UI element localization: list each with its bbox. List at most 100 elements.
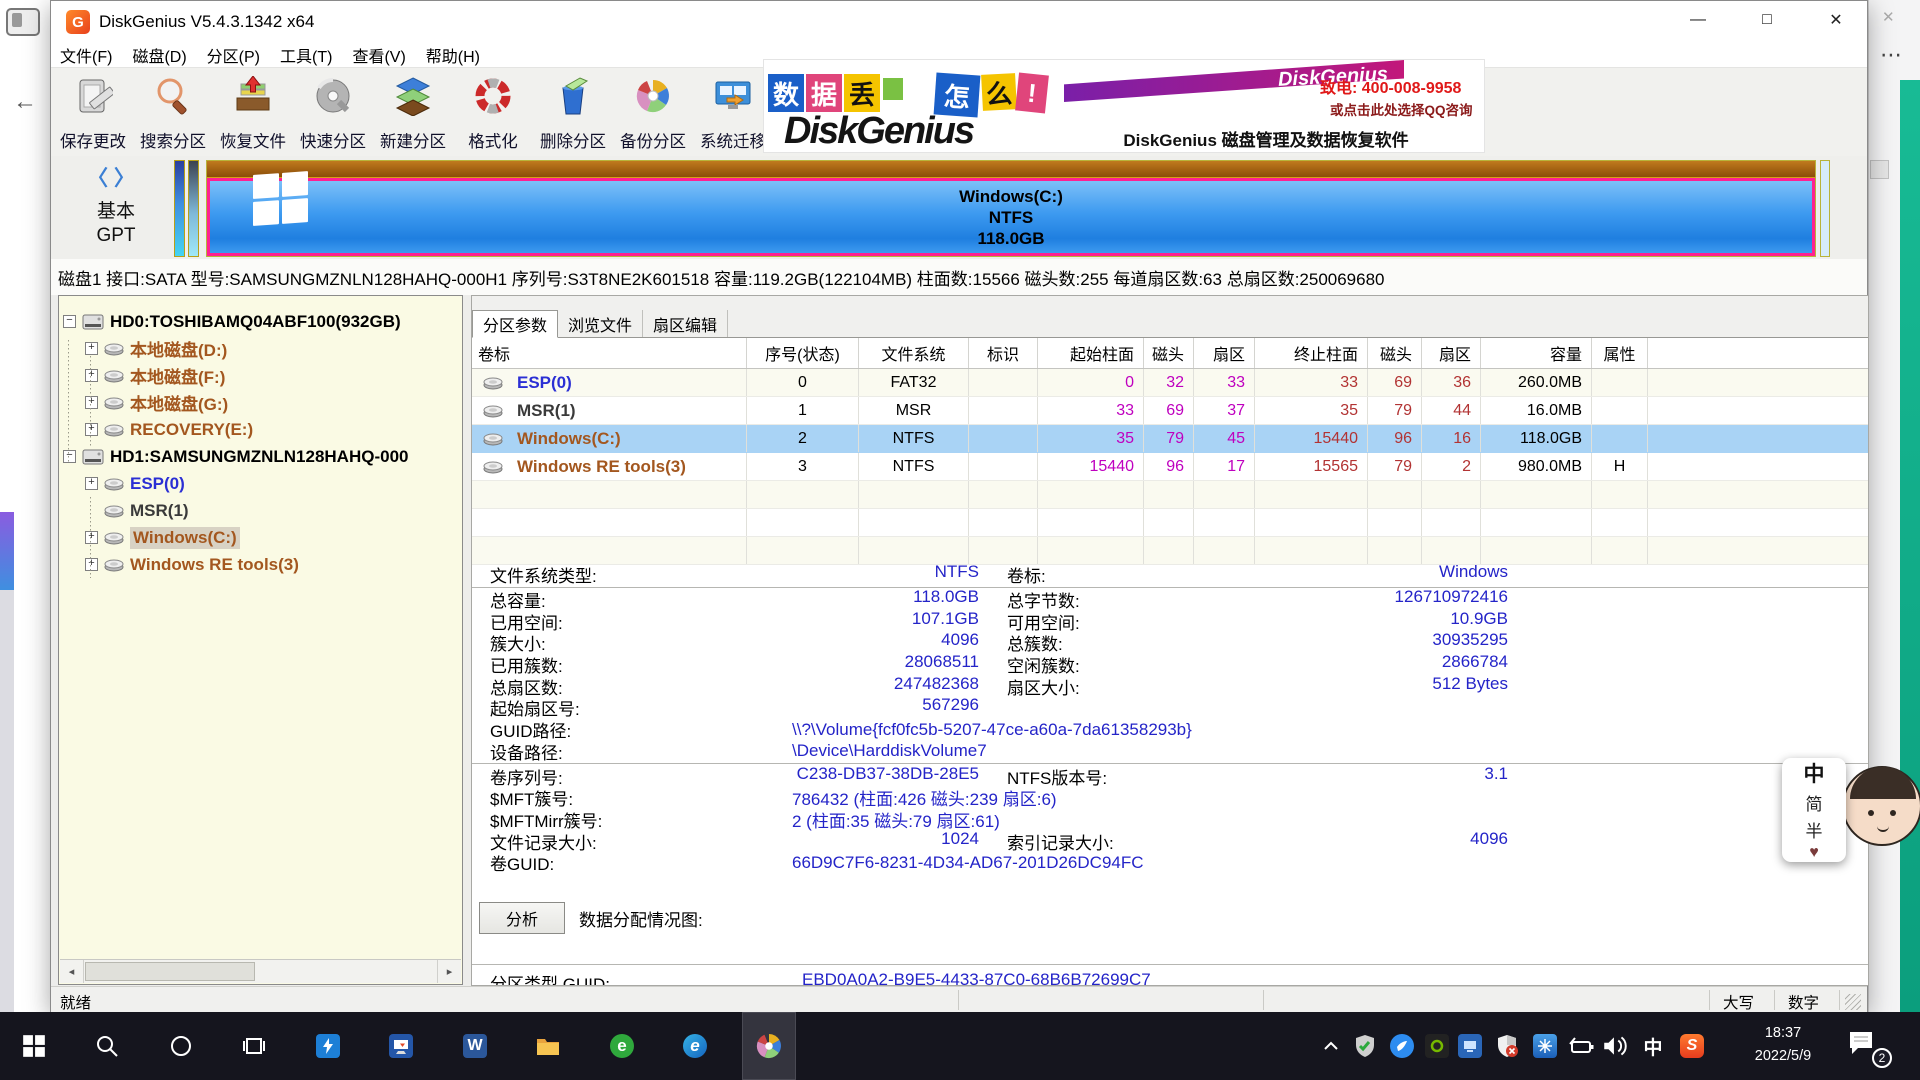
background-close-icon[interactable]: ✕ — [1882, 8, 1895, 26]
tree-item-7[interactable]: MSR(1) — [59, 497, 462, 524]
tree-item-6[interactable]: +ESP(0) — [59, 470, 462, 497]
edge-icon[interactable]: e — [668, 1012, 722, 1080]
scroll-left-arrow-icon[interactable]: ◂ — [60, 960, 84, 983]
column-header-2[interactable]: 文件系统 — [859, 338, 969, 368]
menu-item-3[interactable]: 工具(T) — [280, 43, 332, 67]
toolbar-button-4[interactable]: 新建分区 — [373, 72, 453, 154]
column-header-3[interactable]: 标识 — [969, 338, 1038, 368]
speaker-icon[interactable] — [1599, 1012, 1631, 1080]
disk-nav-arrows[interactable]: 〈〉 — [87, 162, 141, 192]
column-header-0[interactable]: 卷标 — [472, 338, 747, 368]
table-row-1[interactable]: MSR(1)1MSR33693735794416.0MB — [472, 397, 1868, 425]
expand-icon[interactable]: + — [85, 558, 98, 571]
start-icon[interactable] — [7, 1012, 61, 1080]
maximize-button[interactable]: □ — [1742, 1, 1792, 39]
tab-0[interactable]: 分区参数 — [472, 310, 558, 338]
ime-status-widget[interactable]: 中 简 半 ♥ — [1782, 758, 1846, 862]
store-app-icon[interactable] — [374, 1012, 428, 1080]
menu-item-0[interactable]: 文件(F) — [60, 43, 112, 67]
column-header-7[interactable]: 终止柱面 — [1255, 338, 1368, 368]
taskbar-clock[interactable]: 18:37 2022/5/9 — [1735, 1022, 1831, 1070]
intel-graphics-icon[interactable] — [1454, 1012, 1486, 1080]
sogou-icon[interactable]: S — [1676, 1012, 1708, 1080]
battery-icon[interactable] — [1564, 1012, 1596, 1080]
diskgenius-taskbar-icon[interactable] — [742, 1012, 796, 1080]
collapse-icon[interactable]: − — [63, 315, 76, 328]
back-arrow-icon[interactable]: ← — [13, 88, 37, 116]
toolbar-button-1[interactable]: 搜索分区 — [133, 72, 213, 154]
expand-icon[interactable]: + — [85, 423, 98, 436]
tree-item-0[interactable]: −HD0:TOSHIBAMQ04ABF100(932GB) — [59, 308, 462, 335]
tree-item-3[interactable]: +本地磁盘(G:) — [59, 389, 462, 416]
column-header-6[interactable]: 扇区 — [1194, 338, 1255, 368]
ime-zh-icon[interactable]: 中 — [1637, 1012, 1669, 1080]
column-header-11[interactable]: 属性 — [1592, 338, 1648, 368]
tree-horizontal-scrollbar[interactable]: ◂▸ — [60, 959, 461, 983]
scroll-thumb[interactable] — [85, 962, 255, 981]
analyze-button[interactable]: 分析 — [479, 902, 565, 934]
toolbar-button-8[interactable]: 系统迁移 — [693, 72, 773, 154]
table-row-2[interactable]: Windows(C:)2NTFS357945154409616118.0GB — [472, 425, 1868, 453]
toolbar-button-2[interactable]: 恢复文件 — [213, 72, 293, 154]
expand-icon[interactable]: + — [85, 531, 98, 544]
partition-windows-bar[interactable]: Windows(C:) NTFS 118.0GB — [206, 160, 1816, 257]
column-header-5[interactable]: 磁头 — [1144, 338, 1194, 368]
cortana-icon[interactable] — [154, 1012, 208, 1080]
nvidia-icon[interactable] — [1421, 1012, 1453, 1080]
toolbar-button-3[interactable]: 快速分区 — [293, 72, 373, 154]
promo-banner[interactable]: 数据丢怎么! DiskGenius DiskGenius 致电: 400-008… — [763, 59, 1485, 153]
partition-msr-bar[interactable] — [188, 160, 199, 257]
tree-item-8[interactable]: +Windows(C:) — [59, 524, 462, 551]
tree-item-1[interactable]: +本地磁盘(D:) — [59, 335, 462, 362]
scroll-right-arrow-icon[interactable]: ▸ — [437, 960, 461, 983]
tab-2[interactable]: 扇区编辑 — [643, 310, 728, 337]
search-icon[interactable] — [80, 1012, 134, 1080]
column-header-9[interactable]: 扇区 — [1422, 338, 1481, 368]
ime-mode-chinese[interactable]: 中 — [1804, 758, 1825, 788]
expand-icon[interactable]: + — [85, 369, 98, 382]
panel-splitter[interactable] — [463, 295, 471, 986]
defender-icon[interactable] — [1491, 1012, 1523, 1080]
table-row-3[interactable]: Windows RE tools(3)3NTFS1544096171556579… — [472, 453, 1868, 481]
toolbar-button-7[interactable]: 备份分区 — [613, 72, 693, 154]
heart-icon[interactable]: ♥ — [1809, 844, 1819, 862]
file-explorer-icon[interactable] — [521, 1012, 575, 1080]
tree-item-2[interactable]: +本地磁盘(F:) — [59, 362, 462, 389]
tree-item-4[interactable]: +RECOVERY(E:) — [59, 416, 462, 443]
banner-qq-link[interactable]: 或点击此处选择QQ咨询 — [1330, 99, 1473, 119]
snowflake-icon[interactable] — [1529, 1012, 1561, 1080]
thunder-app-icon[interactable] — [301, 1012, 355, 1080]
tree-item-5[interactable]: −HD1:SAMSUNGMZNLN128HAHQ-000 — [59, 443, 462, 470]
chevron-up-icon[interactable] — [1315, 1012, 1347, 1080]
column-header-1[interactable]: 序号(状态) — [747, 338, 859, 368]
expand-icon[interactable]: + — [85, 342, 98, 355]
menu-item-2[interactable]: 分区(P) — [207, 43, 260, 67]
menu-item-1[interactable]: 磁盘(D) — [132, 43, 186, 67]
expand-icon[interactable]: + — [85, 477, 98, 490]
close-button[interactable]: ✕ — [1811, 1, 1861, 39]
column-header-4[interactable]: 起始柱面 — [1038, 338, 1144, 368]
blue-app-icon[interactable] — [1386, 1012, 1418, 1080]
more-options-icon[interactable]: ⋯ — [1880, 42, 1902, 68]
toolbar-button-5[interactable]: 格式化 — [453, 72, 533, 154]
toolbar-button-0[interactable]: 保存更改 — [53, 72, 133, 154]
word-icon[interactable]: W — [448, 1012, 502, 1080]
column-header-10[interactable]: 容量 — [1481, 338, 1592, 368]
expand-icon[interactable]: + — [85, 396, 98, 409]
menu-item-5[interactable]: 帮助(H) — [426, 43, 480, 67]
collapse-icon[interactable]: − — [63, 450, 76, 463]
ime-mode-halfwidth[interactable]: 半 — [1806, 817, 1823, 842]
column-header-8[interactable]: 磁头 — [1368, 338, 1422, 368]
scroll-track[interactable] — [84, 960, 437, 983]
menu-item-4[interactable]: 查看(V) — [352, 43, 405, 67]
partition-esp-bar[interactable] — [174, 160, 185, 257]
resize-grip[interactable] — [1845, 994, 1861, 1010]
tab-1[interactable]: 浏览文件 — [558, 310, 643, 337]
ime-mode-simplified[interactable]: 简 — [1806, 790, 1823, 815]
minimize-button[interactable]: — — [1673, 1, 1723, 39]
green-browser-icon[interactable]: e — [595, 1012, 649, 1080]
tree-item-9[interactable]: +Windows RE tools(3) — [59, 551, 462, 578]
table-row-0[interactable]: ESP(0)0FAT3203233336936260.0MB — [472, 369, 1868, 397]
toolbar-button-6[interactable]: 删除分区 — [533, 72, 613, 154]
task-view-icon[interactable] — [227, 1012, 281, 1080]
